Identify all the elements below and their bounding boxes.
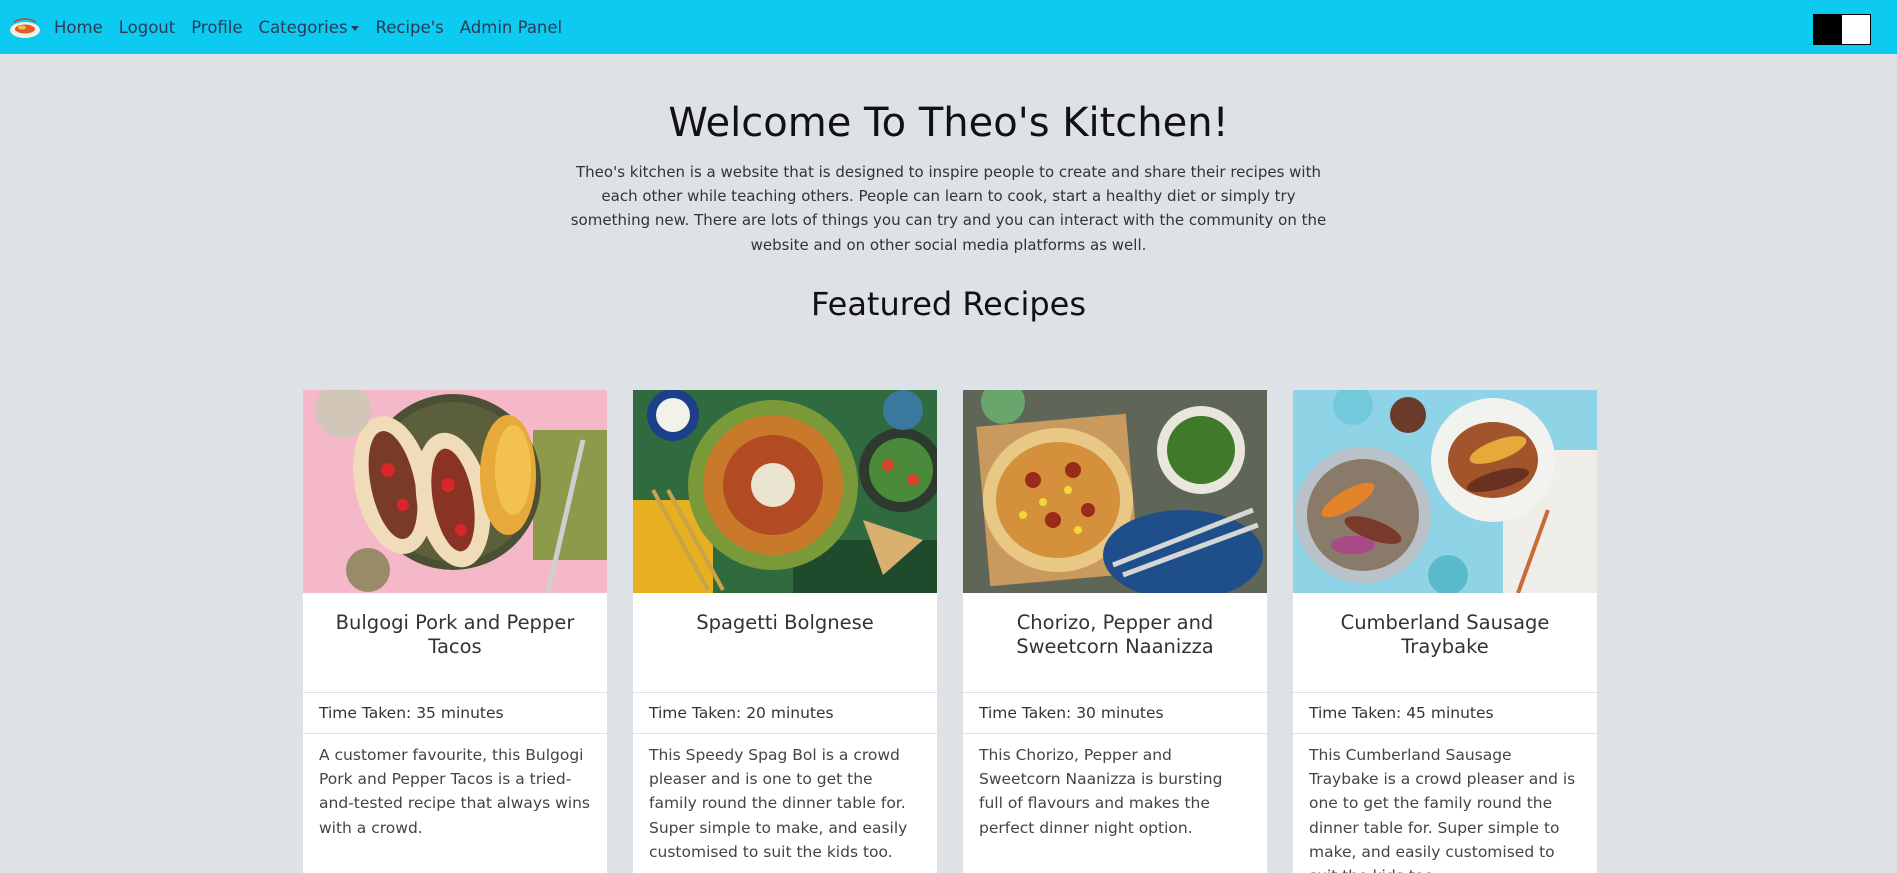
recipe-card[interactable]: Bulgogi Pork and Pepper Tacos Time Taken…	[303, 390, 607, 873]
recipe-description: A customer favourite, this Bulgogi Pork …	[319, 746, 590, 837]
recipe-image[interactable]	[633, 390, 937, 593]
site-description: Theo's kitchen is a website that is desi…	[570, 163, 1327, 254]
recipe-description: This Speedy Spag Bol is a crowd pleaser …	[649, 746, 908, 861]
nav-categories-label: Categories	[258, 17, 348, 37]
nav-logout[interactable]: Logout	[119, 18, 176, 37]
recipe-title[interactable]: Cumberland Sausage Traybake	[1293, 593, 1597, 693]
nav-admin-panel[interactable]: Admin Panel	[460, 18, 562, 37]
featured-recipes-heading: Featured Recipes	[810, 285, 1087, 323]
recipe-time: Time Taken: 45 minutes	[1293, 693, 1597, 734]
caret-down-icon	[351, 25, 360, 31]
recipe-card[interactable]: Chorizo, Pepper and Sweetcorn Naanizza T…	[963, 390, 1267, 873]
theme-toggle-button[interactable]	[1813, 14, 1871, 45]
dark-mode-swatch	[1814, 15, 1842, 44]
recipe-image[interactable]	[963, 390, 1267, 593]
recipe-time: Time Taken: 35 minutes	[303, 693, 607, 734]
recipe-card[interactable]: Cumberland Sausage Traybake Time Taken: …	[1293, 390, 1597, 873]
page-title: Welcome To Theo's Kitchen!	[668, 100, 1229, 146]
recipe-title[interactable]: Spagetti Bolgnese	[633, 593, 937, 693]
recipe-title[interactable]: Bulgogi Pork and Pepper Tacos	[303, 593, 607, 693]
nav-categories-dropdown[interactable]: Categories	[259, 18, 360, 37]
nav-recipes[interactable]: Recipe's	[375, 18, 443, 37]
nav-home[interactable]: Home	[54, 18, 103, 37]
light-mode-swatch	[1842, 15, 1870, 44]
recipe-time: Time Taken: 20 minutes	[633, 693, 937, 734]
site-logo-icon[interactable]	[8, 10, 42, 44]
recipe-description: This Cumberland Sausage Traybake is a cr…	[1309, 746, 1576, 873]
recipe-title[interactable]: Chorizo, Pepper and Sweetcorn Naanizza	[963, 593, 1267, 693]
recipe-card[interactable]: Spagetti Bolgnese Time Taken: 20 minutes…	[633, 390, 937, 873]
recipe-description: This Chorizo, Pepper and Sweetcorn Naani…	[979, 746, 1223, 837]
nav-profile[interactable]: Profile	[191, 18, 242, 37]
recipe-image[interactable]	[1293, 390, 1597, 593]
recipe-time: Time Taken: 30 minutes	[963, 693, 1267, 734]
navbar: Home Logout Profile Categories Recipe's …	[0, 0, 1897, 54]
recipe-image[interactable]	[303, 390, 607, 593]
